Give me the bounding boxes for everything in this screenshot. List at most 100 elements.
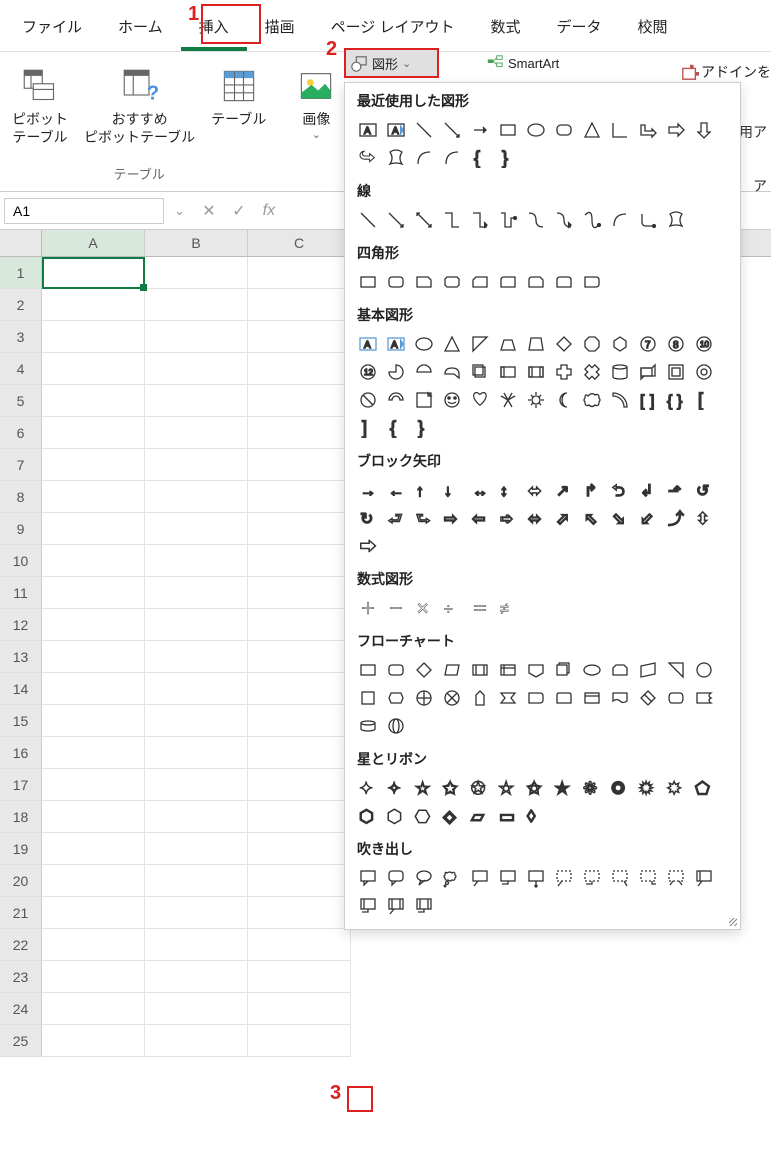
cell[interactable] (145, 609, 248, 641)
rect-shape-icon[interactable] (497, 271, 519, 293)
cell[interactable] (145, 929, 248, 961)
basic-shape-icon[interactable] (497, 361, 519, 383)
cell[interactable] (145, 705, 248, 737)
cell[interactable] (145, 673, 248, 705)
cell[interactable] (42, 321, 145, 353)
cell[interactable] (248, 481, 351, 513)
col-header-a[interactable]: A (42, 230, 145, 256)
arrow-shape-icon[interactable]: ↕ (497, 479, 519, 501)
cell[interactable] (42, 801, 145, 833)
arrow-shape-icon[interactable]: ⇦ (469, 507, 491, 529)
arrow-shape-icon[interactable]: ⮌ (609, 479, 631, 501)
callout-shape-icon[interactable] (441, 867, 463, 889)
cell[interactable] (145, 737, 248, 769)
cell[interactable] (42, 865, 145, 897)
star-shape-icon[interactable]: ⬢ (385, 805, 407, 827)
cell[interactable] (145, 577, 248, 609)
flow-shape-icon[interactable] (553, 659, 575, 681)
line-shape-icon[interactable] (441, 209, 463, 231)
eq-shape-icon[interactable]: ÷ (441, 597, 463, 619)
line-shape-icon[interactable] (357, 209, 379, 231)
cell[interactable] (248, 673, 351, 705)
rect-shape-icon[interactable] (413, 271, 435, 293)
star-shape-icon[interactable]: ✯ (553, 777, 575, 799)
recent-shape-icon[interactable] (413, 119, 435, 141)
tab-draw[interactable]: 描画 (247, 6, 313, 51)
col-header-c[interactable]: C (248, 230, 351, 256)
cell[interactable] (248, 449, 351, 481)
tab-data[interactable]: データ (539, 6, 620, 51)
basic-shape-icon[interactable]: A (357, 333, 379, 355)
row-header[interactable]: 20 (0, 865, 42, 897)
arrow-shape-icon[interactable]: ↲ (637, 479, 659, 501)
basic-shape-icon[interactable]: [] (637, 389, 659, 411)
cell[interactable] (248, 993, 351, 1025)
row-header[interactable]: 4 (0, 353, 42, 385)
basic-shape-icon[interactable] (441, 361, 463, 383)
flow-shape-icon[interactable] (693, 687, 715, 709)
star-shape-icon[interactable]: ✩ (441, 777, 463, 799)
cell[interactable] (42, 417, 145, 449)
flow-shape-icon[interactable] (469, 659, 491, 681)
cell[interactable] (42, 641, 145, 673)
arrow-shape-icon[interactable]: ⬃ (637, 507, 659, 529)
arrow-shape-icon[interactable]: ⮐ (385, 507, 407, 529)
addins-button[interactable]: アドインを (681, 62, 771, 82)
basic-shape-icon[interactable]: { (385, 417, 407, 439)
line-shape-icon[interactable] (497, 209, 519, 231)
flow-shape-icon[interactable] (581, 659, 603, 681)
line-shape-icon[interactable] (385, 209, 407, 231)
cell[interactable] (145, 897, 248, 929)
cell[interactable] (42, 993, 145, 1025)
table-button[interactable]: テーブル (207, 60, 270, 150)
cell[interactable] (248, 321, 351, 353)
cell[interactable] (248, 737, 351, 769)
accept-formula-button[interactable]: ✓ (225, 197, 253, 225)
basic-shape-icon[interactable] (693, 361, 715, 383)
basic-shape-icon[interactable] (525, 389, 547, 411)
cell[interactable] (145, 257, 248, 289)
basic-shape-icon[interactable] (497, 389, 519, 411)
row-header[interactable]: 9 (0, 513, 42, 545)
row-header[interactable]: 7 (0, 449, 42, 481)
recent-shape-icon[interactable] (525, 119, 547, 141)
row-header[interactable]: 6 (0, 417, 42, 449)
cell[interactable] (145, 993, 248, 1025)
basic-shape-icon[interactable]: {} (665, 389, 687, 411)
arrow-shape-icon[interactable]: ⬂ (609, 507, 631, 529)
cell[interactable] (42, 673, 145, 705)
callout-shape-icon[interactable] (665, 867, 687, 889)
basic-shape-icon[interactable] (441, 333, 463, 355)
cell[interactable] (248, 545, 351, 577)
flow-shape-icon[interactable] (525, 659, 547, 681)
cell[interactable] (145, 321, 248, 353)
rect-shape-icon[interactable] (581, 271, 603, 293)
line-shape-icon[interactable] (637, 209, 659, 231)
cell[interactable] (145, 417, 248, 449)
basic-shape-icon[interactable] (441, 389, 463, 411)
recent-shape-icon[interactable]: } (497, 147, 519, 169)
cell[interactable] (42, 609, 145, 641)
row-header[interactable]: 24 (0, 993, 42, 1025)
flow-shape-icon[interactable] (385, 659, 407, 681)
shapes-button[interactable]: 図形 ⌄ (350, 54, 411, 73)
eq-shape-icon[interactable]: ✕ (413, 597, 435, 619)
line-shape-icon[interactable] (525, 209, 547, 231)
cell[interactable] (248, 257, 351, 289)
cell[interactable] (248, 417, 351, 449)
cell[interactable] (248, 385, 351, 417)
arrow-shape-icon[interactable]: → (357, 479, 379, 501)
star-shape-icon[interactable]: ◈ (441, 805, 463, 827)
smartart-button[interactable]: SmartArt (486, 54, 559, 72)
cell[interactable] (42, 705, 145, 737)
arrow-shape-icon[interactable]: ⬏ (665, 479, 687, 501)
tab-review[interactable]: 校閲 (620, 6, 686, 51)
basic-shape-icon[interactable] (553, 361, 575, 383)
line-shape-icon[interactable] (581, 209, 603, 231)
cell[interactable] (248, 353, 351, 385)
flow-shape-icon[interactable] (357, 715, 379, 737)
callout-shape-icon[interactable] (693, 867, 715, 889)
row-header[interactable]: 11 (0, 577, 42, 609)
flow-shape-icon[interactable] (609, 687, 631, 709)
basic-shape-icon[interactable] (581, 389, 603, 411)
